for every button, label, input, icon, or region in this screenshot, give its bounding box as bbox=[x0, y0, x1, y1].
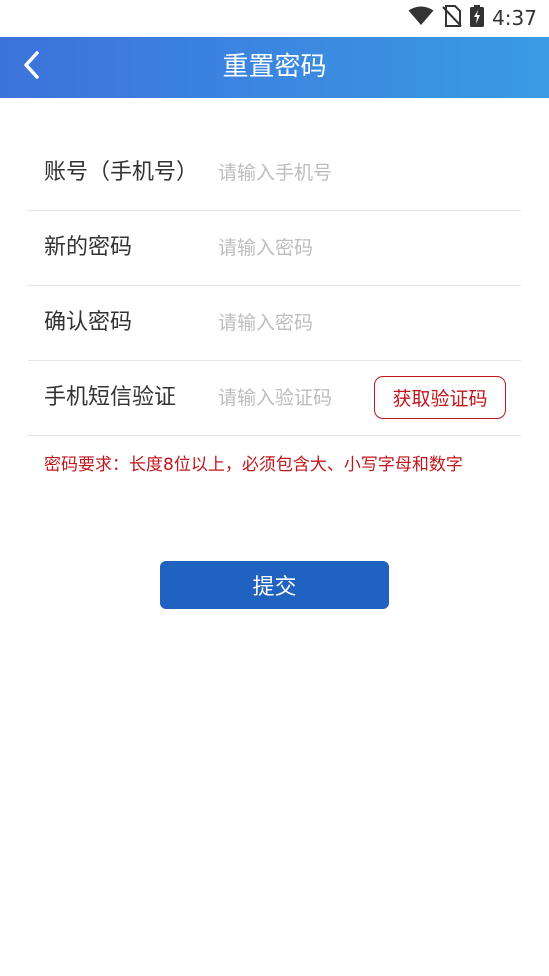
submit-button[interactable]: 提交 bbox=[160, 561, 389, 609]
confirm-password-row: 确认密码 bbox=[28, 286, 521, 361]
password-requirement-hint: 密码要求：长度8位以上，必须包含大、小写字母和数字 bbox=[44, 455, 463, 475]
account-label: 账号（手机号） bbox=[44, 160, 199, 185]
battery-charging-icon bbox=[470, 5, 485, 31]
status-time: 4:37 bbox=[492, 6, 537, 30]
confirm-password-label: 确认密码 bbox=[44, 310, 133, 335]
account-row: 账号（手机号） bbox=[28, 136, 521, 211]
new-password-input[interactable] bbox=[218, 228, 508, 268]
reset-password-form: 账号（手机号） 新的密码 确认密码 手机短信验证 获取验证码 bbox=[28, 136, 521, 436]
no-sim-icon bbox=[442, 5, 462, 31]
new-password-label: 新的密码 bbox=[44, 235, 133, 260]
app-header: 重置密码 bbox=[0, 37, 549, 98]
wifi-icon bbox=[408, 6, 434, 30]
sms-code-input[interactable] bbox=[218, 378, 378, 418]
sms-code-row: 手机短信验证 获取验证码 bbox=[28, 361, 521, 436]
back-button[interactable] bbox=[14, 49, 50, 85]
page-title: 重置密码 bbox=[222, 52, 327, 82]
get-code-button[interactable]: 获取验证码 bbox=[374, 376, 506, 419]
sms-code-label: 手机短信验证 bbox=[44, 385, 177, 410]
confirm-password-input[interactable] bbox=[218, 303, 508, 343]
account-input[interactable] bbox=[218, 153, 508, 193]
new-password-row: 新的密码 bbox=[28, 211, 521, 286]
status-bar: 4:37 bbox=[0, 0, 549, 37]
chevron-left-icon bbox=[22, 50, 42, 84]
status-icons: 4:37 bbox=[408, 5, 537, 31]
